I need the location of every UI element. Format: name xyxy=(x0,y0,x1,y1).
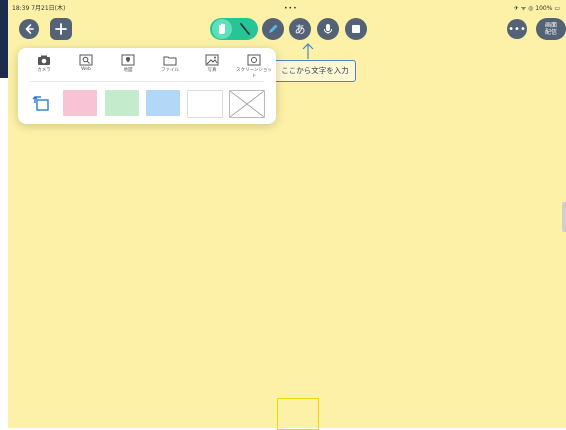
web-label: Web xyxy=(81,67,91,72)
photo-label: 写真 xyxy=(207,68,217,73)
camera-label: カメラ xyxy=(37,68,51,73)
map-icon xyxy=(121,54,135,66)
sticky-card-white[interactable] xyxy=(187,90,223,118)
side-panel-handle[interactable] xyxy=(562,202,566,232)
back-button[interactable] xyxy=(19,19,39,39)
sticky-card-blue[interactable] xyxy=(146,90,180,116)
sticky-card-pink[interactable] xyxy=(63,90,97,116)
broadcast-label-1: 画面 xyxy=(544,22,557,29)
map-label: 地図 xyxy=(123,68,133,73)
pen-icon xyxy=(269,24,278,33)
folder-icon xyxy=(163,56,177,66)
voice-input-button[interactable] xyxy=(317,18,339,40)
status-indicators: ✈ ᯤ ◎ 100% ▭ xyxy=(513,5,560,12)
microphone-icon xyxy=(324,24,332,34)
kana-label: あ xyxy=(294,23,306,36)
add-source-row: カメラ Web 地図 ファイル 写真 スクリーンショット xyxy=(18,54,276,80)
hand-icon xyxy=(219,23,225,34)
photo-option[interactable]: 写真 xyxy=(192,54,232,73)
plus-icon xyxy=(55,23,67,35)
sticky-card-transparent[interactable] xyxy=(229,90,265,118)
screenshot-option[interactable]: スクリーンショット xyxy=(234,54,274,79)
arrow-up-icon xyxy=(302,43,314,59)
status-time: 18:39 7月21日(木) xyxy=(12,5,66,12)
screen-broadcast-button[interactable]: 画面 配信 xyxy=(536,18,566,40)
screenshot-icon xyxy=(247,54,261,66)
pen-tool-button[interactable] xyxy=(262,18,284,40)
broadcast-label-2: 配信 xyxy=(544,29,557,36)
selection-box[interactable] xyxy=(277,398,319,430)
map-option[interactable]: 地図 xyxy=(108,54,148,73)
hand-tool-toggle[interactable] xyxy=(210,18,258,40)
pointer-pen-icon xyxy=(240,23,250,35)
camera-icon xyxy=(38,55,50,65)
square-icon xyxy=(352,25,360,33)
shape-tool-button[interactable] xyxy=(345,18,367,40)
add-content-popup: カメラ Web 地図 ファイル 写真 スクリーンショット xyxy=(18,48,276,124)
empty-card-cross-icon xyxy=(229,90,265,118)
web-option[interactable]: Web xyxy=(66,54,106,72)
sticky-card-green[interactable] xyxy=(105,90,139,116)
status-multitask-dots[interactable]: ••• xyxy=(284,4,298,14)
arrow-left-icon xyxy=(25,24,34,34)
status-bar: 18:39 7月21日(木) ••• ✈ ᯤ ◎ 100% ▭ xyxy=(8,4,566,14)
camera-option[interactable]: カメラ xyxy=(24,54,64,73)
text-input-hint-tooltip: ここから文字を入力 xyxy=(274,60,356,82)
web-search-icon xyxy=(79,54,93,66)
popup-divider xyxy=(30,81,264,82)
more-button[interactable]: ••• xyxy=(507,19,527,39)
rotate-icon[interactable] xyxy=(32,94,50,112)
hand-tool-knob xyxy=(212,19,232,39)
more-dots-icon: ••• xyxy=(508,23,526,35)
add-button[interactable] xyxy=(50,18,72,40)
file-label: ファイル xyxy=(161,68,179,73)
text-input-button[interactable]: あ xyxy=(289,18,311,40)
tooltip-text: ここから文字を入力 xyxy=(281,66,349,75)
file-option[interactable]: ファイル xyxy=(150,54,190,73)
screenshot-label: スクリーンショット xyxy=(236,68,272,79)
photo-icon xyxy=(205,54,219,66)
